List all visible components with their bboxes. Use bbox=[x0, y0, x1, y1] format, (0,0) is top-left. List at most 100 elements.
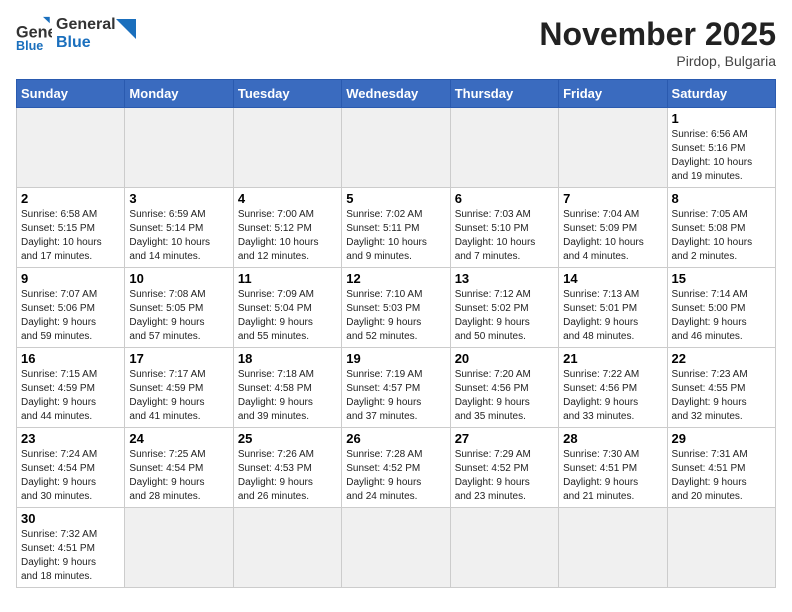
day-info: Sunrise: 7:28 AMSunset: 4:52 PMDaylight:… bbox=[346, 448, 445, 504]
day-info: Sunrise: 7:00 AMSunset: 5:12 PMDaylight:… bbox=[238, 208, 337, 264]
day-number: 21 bbox=[563, 351, 662, 366]
calendar-cell: 23 Sunrise: 7:24 AMSunset: 4:54 PMDayligh… bbox=[17, 428, 125, 508]
day-number: 22 bbox=[672, 351, 771, 366]
day-info: Sunrise: 7:25 AMSunset: 4:54 PMDaylight:… bbox=[129, 448, 228, 504]
day-info: Sunrise: 7:03 AMSunset: 5:10 PMDaylight:… bbox=[455, 208, 554, 264]
day-info: Sunrise: 7:18 AMSunset: 4:58 PMDaylight:… bbox=[238, 368, 337, 424]
calendar-cell: 20 Sunrise: 7:20 AMSunset: 4:56 PMDayligh… bbox=[450, 348, 558, 428]
calendar-cell: 26 Sunrise: 7:28 AMSunset: 4:52 PMDayligh… bbox=[342, 428, 450, 508]
day-number: 23 bbox=[21, 431, 120, 446]
weekday-header-thursday: Thursday bbox=[450, 80, 558, 108]
calendar-cell bbox=[125, 508, 233, 588]
logo-general: General bbox=[56, 16, 116, 34]
calendar-cell: 12 Sunrise: 7:10 AMSunset: 5:03 PMDayligh… bbox=[342, 268, 450, 348]
day-info: Sunrise: 7:07 AMSunset: 5:06 PMDaylight:… bbox=[21, 288, 120, 344]
day-info: Sunrise: 7:29 AMSunset: 4:52 PMDaylight:… bbox=[455, 448, 554, 504]
day-info: Sunrise: 6:59 AMSunset: 5:14 PMDaylight:… bbox=[129, 208, 228, 264]
day-info: Sunrise: 7:12 AMSunset: 5:02 PMDaylight:… bbox=[455, 288, 554, 344]
day-number: 11 bbox=[238, 271, 337, 286]
day-info: Sunrise: 7:19 AMSunset: 4:57 PMDaylight:… bbox=[346, 368, 445, 424]
day-number: 9 bbox=[21, 271, 120, 286]
day-number: 19 bbox=[346, 351, 445, 366]
calendar-cell: 2 Sunrise: 6:58 AMSunset: 5:15 PMDaylight… bbox=[17, 188, 125, 268]
day-info: Sunrise: 7:30 AMSunset: 4:51 PMDaylight:… bbox=[563, 448, 662, 504]
day-info: Sunrise: 7:05 AMSunset: 5:08 PMDaylight:… bbox=[672, 208, 771, 264]
day-number: 8 bbox=[672, 191, 771, 206]
calendar-cell: 10Sunrise: 7:08 AMSunset: 5:05 PMDayligh… bbox=[125, 268, 233, 348]
calendar-cell: 28 Sunrise: 7:30 AMSunset: 4:51 PMDayligh… bbox=[559, 428, 667, 508]
calendar-cell: 3 Sunrise: 6:59 AMSunset: 5:14 PMDaylight… bbox=[125, 188, 233, 268]
day-number: 10 bbox=[129, 271, 228, 286]
day-info: Sunrise: 7:04 AMSunset: 5:09 PMDaylight:… bbox=[563, 208, 662, 264]
weekday-header-sunday: Sunday bbox=[17, 80, 125, 108]
weekday-header-wednesday: Wednesday bbox=[342, 80, 450, 108]
calendar-cell: 30Sunrise: 7:32 AMSunset: 4:51 PMDayligh… bbox=[17, 508, 125, 588]
weekday-header-row: SundayMondayTuesdayWednesdayThursdayFrid… bbox=[17, 80, 776, 108]
calendar-cell: 13Sunrise: 7:12 AMSunset: 5:02 PMDayligh… bbox=[450, 268, 558, 348]
calendar-week-row: 1Sunrise: 6:56 AMSunset: 5:16 PMDaylight… bbox=[17, 108, 776, 188]
day-info: Sunrise: 7:13 AMSunset: 5:01 PMDaylight:… bbox=[563, 288, 662, 344]
day-number: 15 bbox=[672, 271, 771, 286]
weekday-header-monday: Monday bbox=[125, 80, 233, 108]
calendar-cell: 18Sunrise: 7:18 AMSunset: 4:58 PMDayligh… bbox=[233, 348, 341, 428]
day-info: Sunrise: 7:32 AMSunset: 4:51 PMDaylight:… bbox=[21, 528, 120, 584]
calendar-cell: 4Sunrise: 7:00 AMSunset: 5:12 PMDaylight… bbox=[233, 188, 341, 268]
calendar-week-row: 16Sunrise: 7:15 AMSunset: 4:59 PMDayligh… bbox=[17, 348, 776, 428]
weekday-header-tuesday: Tuesday bbox=[233, 80, 341, 108]
day-number: 28 bbox=[563, 431, 662, 446]
calendar-cell bbox=[125, 108, 233, 188]
location-subtitle: Pirdop, Bulgaria bbox=[539, 53, 776, 69]
calendar-cell: 8 Sunrise: 7:05 AMSunset: 5:08 PMDaylight… bbox=[667, 188, 775, 268]
logo-triangle bbox=[116, 19, 136, 39]
day-info: Sunrise: 7:24 AMSunset: 4:54 PMDaylight:… bbox=[21, 448, 120, 504]
logo-icon: General Blue bbox=[16, 16, 52, 52]
calendar-cell: 11Sunrise: 7:09 AMSunset: 5:04 PMDayligh… bbox=[233, 268, 341, 348]
calendar-cell: 24 Sunrise: 7:25 AMSunset: 4:54 PMDayligh… bbox=[125, 428, 233, 508]
day-number: 24 bbox=[129, 431, 228, 446]
calendar-cell bbox=[342, 508, 450, 588]
day-info: Sunrise: 7:20 AMSunset: 4:56 PMDaylight:… bbox=[455, 368, 554, 424]
day-number: 14 bbox=[563, 271, 662, 286]
day-info: Sunrise: 6:56 AMSunset: 5:16 PMDaylight:… bbox=[672, 128, 771, 184]
calendar-week-row: 23 Sunrise: 7:24 AMSunset: 4:54 PMDayligh… bbox=[17, 428, 776, 508]
calendar-cell bbox=[450, 508, 558, 588]
calendar-cell: 22 Sunrise: 7:23 AMSunset: 4:55 PMDayligh… bbox=[667, 348, 775, 428]
day-info: Sunrise: 6:58 AMSunset: 5:15 PMDaylight:… bbox=[21, 208, 120, 264]
weekday-header-saturday: Saturday bbox=[667, 80, 775, 108]
day-number: 27 bbox=[455, 431, 554, 446]
day-number: 20 bbox=[455, 351, 554, 366]
logo: General Blue General Blue bbox=[16, 16, 136, 52]
day-number: 3 bbox=[129, 191, 228, 206]
day-info: Sunrise: 7:15 AMSunset: 4:59 PMDaylight:… bbox=[21, 368, 120, 424]
day-info: Sunrise: 7:14 AMSunset: 5:00 PMDaylight:… bbox=[672, 288, 771, 344]
calendar-cell: 17Sunrise: 7:17 AMSunset: 4:59 PMDayligh… bbox=[125, 348, 233, 428]
calendar-cell bbox=[342, 108, 450, 188]
day-number: 12 bbox=[346, 271, 445, 286]
weekday-header-friday: Friday bbox=[559, 80, 667, 108]
calendar-week-row: 2 Sunrise: 6:58 AMSunset: 5:15 PMDaylight… bbox=[17, 188, 776, 268]
calendar-cell bbox=[233, 508, 341, 588]
day-info: Sunrise: 7:23 AMSunset: 4:55 PMDaylight:… bbox=[672, 368, 771, 424]
calendar-cell: 5Sunrise: 7:02 AMSunset: 5:11 PMDaylight… bbox=[342, 188, 450, 268]
calendar-week-row: 9 Sunrise: 7:07 AMSunset: 5:06 PMDaylight… bbox=[17, 268, 776, 348]
svg-text:Blue: Blue bbox=[16, 39, 43, 52]
page-header: General Blue General Blue November 2025 … bbox=[16, 16, 776, 69]
calendar-cell: 15 Sunrise: 7:14 AMSunset: 5:00 PMDayligh… bbox=[667, 268, 775, 348]
calendar-cell: 14 Sunrise: 7:13 AMSunset: 5:01 PMDayligh… bbox=[559, 268, 667, 348]
calendar-table: SundayMondayTuesdayWednesdayThursdayFrid… bbox=[16, 79, 776, 588]
calendar-week-row: 30Sunrise: 7:32 AMSunset: 4:51 PMDayligh… bbox=[17, 508, 776, 588]
logo-blue: Blue bbox=[56, 34, 116, 52]
calendar-cell: 16Sunrise: 7:15 AMSunset: 4:59 PMDayligh… bbox=[17, 348, 125, 428]
day-info: Sunrise: 7:10 AMSunset: 5:03 PMDaylight:… bbox=[346, 288, 445, 344]
month-title: November 2025 bbox=[539, 16, 776, 53]
day-number: 17 bbox=[129, 351, 228, 366]
day-number: 5 bbox=[346, 191, 445, 206]
day-number: 2 bbox=[21, 191, 120, 206]
calendar-cell: 29Sunrise: 7:31 AMSunset: 4:51 PMDayligh… bbox=[667, 428, 775, 508]
calendar-cell: 21 Sunrise: 7:22 AMSunset: 4:56 PMDayligh… bbox=[559, 348, 667, 428]
day-number: 26 bbox=[346, 431, 445, 446]
calendar-cell: 27 Sunrise: 7:29 AMSunset: 4:52 PMDayligh… bbox=[450, 428, 558, 508]
title-block: November 2025 Pirdop, Bulgaria bbox=[539, 16, 776, 69]
day-info: Sunrise: 7:22 AMSunset: 4:56 PMDaylight:… bbox=[563, 368, 662, 424]
calendar-cell: 7Sunrise: 7:04 AMSunset: 5:09 PMDaylight… bbox=[559, 188, 667, 268]
